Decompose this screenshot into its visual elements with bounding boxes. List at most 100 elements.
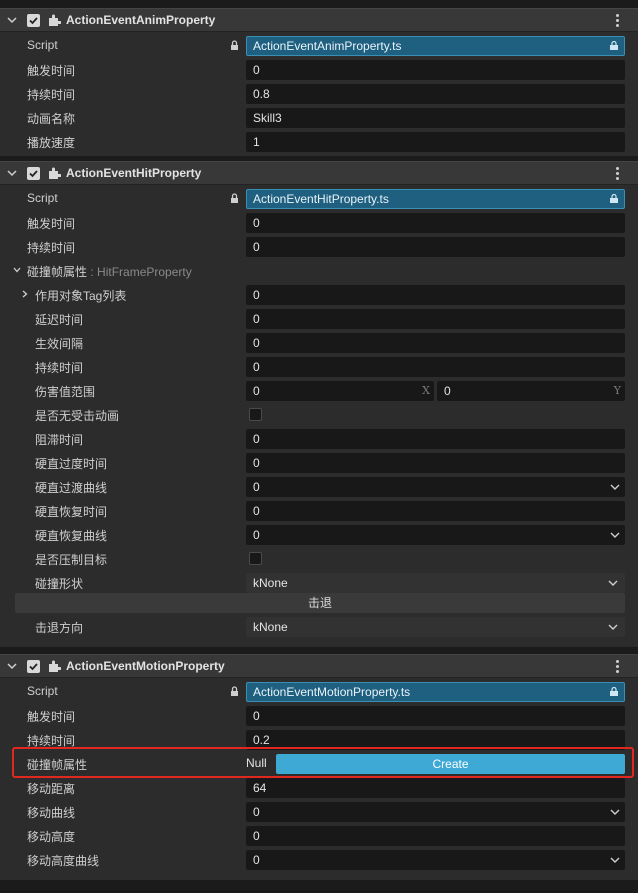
component-title: ActionEventAnimProperty: [66, 13, 216, 27]
field-label: 移动高度: [27, 830, 76, 844]
field-label: 碰撞形状: [35, 577, 84, 591]
chevron-down-icon[interactable]: [13, 266, 21, 274]
field-label: 触发时间: [27, 710, 76, 724]
chevron-down-icon: [610, 809, 620, 815]
hit-frame-group-header[interactable]: 碰撞帧属性 : HitFrameProperty: [0, 259, 638, 283]
script-row: Script ActionEventAnimProperty.ts: [0, 34, 638, 58]
field-row: 持续时间 0: [0, 355, 638, 379]
field-row: 移动高度 0: [0, 824, 638, 848]
hit-shape-select[interactable]: kNone: [246, 573, 625, 593]
field-row: 硬直过渡曲线 0: [0, 475, 638, 499]
script-asset-field[interactable]: ActionEventAnimProperty.ts: [246, 36, 625, 56]
script-asset-field[interactable]: ActionEventHitProperty.ts: [246, 189, 625, 209]
field-label: 硬直恢复时间: [35, 505, 108, 519]
trigger-time-input[interactable]: 0: [246, 706, 625, 726]
trigger-time-input[interactable]: 0: [246, 213, 625, 233]
field-row: 移动距离 64: [0, 776, 638, 800]
field-row: 生效间隔 0: [0, 331, 638, 355]
chevron-down-icon[interactable]: [7, 661, 17, 671]
stiff-curve-select[interactable]: 0: [246, 477, 625, 497]
lasting-input[interactable]: 0: [246, 357, 625, 377]
anim-name-input[interactable]: Skill3: [246, 108, 625, 128]
script-label: Script: [27, 191, 58, 205]
field-row: 硬直恢复曲线 0: [0, 523, 638, 547]
field-label: 持续时间: [27, 241, 76, 255]
damage-range-x-input[interactable]: 0X: [246, 381, 434, 401]
field-label: 作用对象Tag列表: [35, 289, 127, 303]
enabled-checkbox[interactable]: [27, 14, 40, 27]
component-header[interactable]: ActionEventHitProperty: [0, 161, 638, 185]
stiff-recover-input[interactable]: 0: [246, 501, 625, 521]
field-label: 移动距离: [27, 782, 76, 796]
lock-icon: [231, 686, 238, 696]
more-options-icon[interactable]: [610, 659, 624, 675]
highlight-box: [12, 747, 634, 778]
field-label: 阻滞时间: [35, 433, 84, 447]
field-row: 触发时间 0: [0, 704, 638, 728]
field-row: 伤害值范围 0X 0Y: [0, 379, 638, 403]
field-label: 硬直恢复曲线: [35, 529, 108, 543]
field-row: 移动曲线 0: [0, 800, 638, 824]
trigger-time-input[interactable]: 0: [246, 60, 625, 80]
puzzle-icon: [49, 14, 61, 26]
no-hit-anim-checkbox[interactable]: [249, 408, 262, 421]
field-row: 播放速度 1: [0, 130, 638, 154]
script-label: Script: [27, 38, 58, 52]
move-height-input[interactable]: 0: [246, 826, 625, 846]
field-row: 硬直恢复时间 0: [0, 499, 638, 523]
asset-picker-icon[interactable]: [609, 194, 619, 204]
play-speed-input[interactable]: 1: [246, 132, 625, 152]
enabled-checkbox[interactable]: [27, 167, 40, 180]
component-anim-property: ActionEventAnimProperty Script ActionEve…: [0, 8, 638, 156]
component-title: ActionEventMotionProperty: [66, 659, 225, 673]
move-height-curve-select[interactable]: 0: [246, 850, 625, 870]
interval-input[interactable]: 0: [246, 333, 625, 353]
field-label: 动画名称: [27, 112, 76, 126]
script-row: Script ActionEventMotionProperty.ts: [0, 680, 638, 704]
suppress-target-checkbox[interactable]: [249, 552, 262, 565]
field-row: 延迟时间 0: [0, 307, 638, 331]
chevron-down-icon[interactable]: [7, 15, 17, 25]
stall-input[interactable]: 0: [246, 429, 625, 449]
field-label: 持续时间: [35, 361, 84, 375]
duration-input[interactable]: 0: [246, 237, 625, 257]
chevron-right-icon[interactable]: [21, 290, 29, 298]
knockback-button[interactable]: 击退: [15, 593, 625, 613]
asset-picker-icon[interactable]: [609, 41, 619, 51]
script-asset-field[interactable]: ActionEventMotionProperty.ts: [246, 682, 625, 702]
delay-input[interactable]: 0: [246, 309, 625, 329]
field-label: 是否压制目标: [35, 553, 108, 567]
more-options-icon[interactable]: [610, 13, 624, 29]
lock-icon: [231, 193, 238, 203]
field-row: 作用对象Tag列表 0: [0, 283, 638, 307]
field-row: 阻滞时间 0: [0, 427, 638, 451]
field-row: 是否无受击动画: [0, 403, 638, 427]
field-row: 动画名称 Skill3: [0, 106, 638, 130]
field-row: 是否压制目标: [0, 547, 638, 571]
field-label: 击退方向: [35, 621, 84, 635]
move-distance-input[interactable]: 64: [246, 778, 625, 798]
enabled-checkbox[interactable]: [27, 660, 40, 673]
more-options-icon[interactable]: [610, 166, 624, 182]
knockback-direction-select[interactable]: kNone: [246, 617, 625, 637]
asset-picker-icon[interactable]: [609, 687, 619, 697]
recover-curve-select[interactable]: 0: [246, 525, 625, 545]
component-header[interactable]: ActionEventAnimProperty: [0, 8, 638, 32]
field-label: 触发时间: [27, 217, 76, 231]
chevron-down-icon: [608, 580, 618, 586]
field-row: 硬直过度时间 0: [0, 451, 638, 475]
field-row: 触发时间 0: [0, 211, 638, 235]
field-row: 移动高度曲线 0: [0, 848, 638, 872]
field-label: 延迟时间: [35, 313, 84, 327]
move-curve-select[interactable]: 0: [246, 802, 625, 822]
tag-list-count-input[interactable]: 0: [246, 285, 625, 305]
field-label: 移动高度曲线: [27, 854, 100, 868]
lock-icon: [231, 40, 238, 50]
stiff-transition-input[interactable]: 0: [246, 453, 625, 473]
component-header[interactable]: ActionEventMotionProperty: [0, 654, 638, 678]
damage-range-y-input[interactable]: 0Y: [437, 381, 625, 401]
duration-input[interactable]: 0.8: [246, 84, 625, 104]
script-label: Script: [27, 684, 58, 698]
chevron-down-icon[interactable]: [7, 168, 17, 178]
field-label: 移动曲线: [27, 806, 76, 820]
